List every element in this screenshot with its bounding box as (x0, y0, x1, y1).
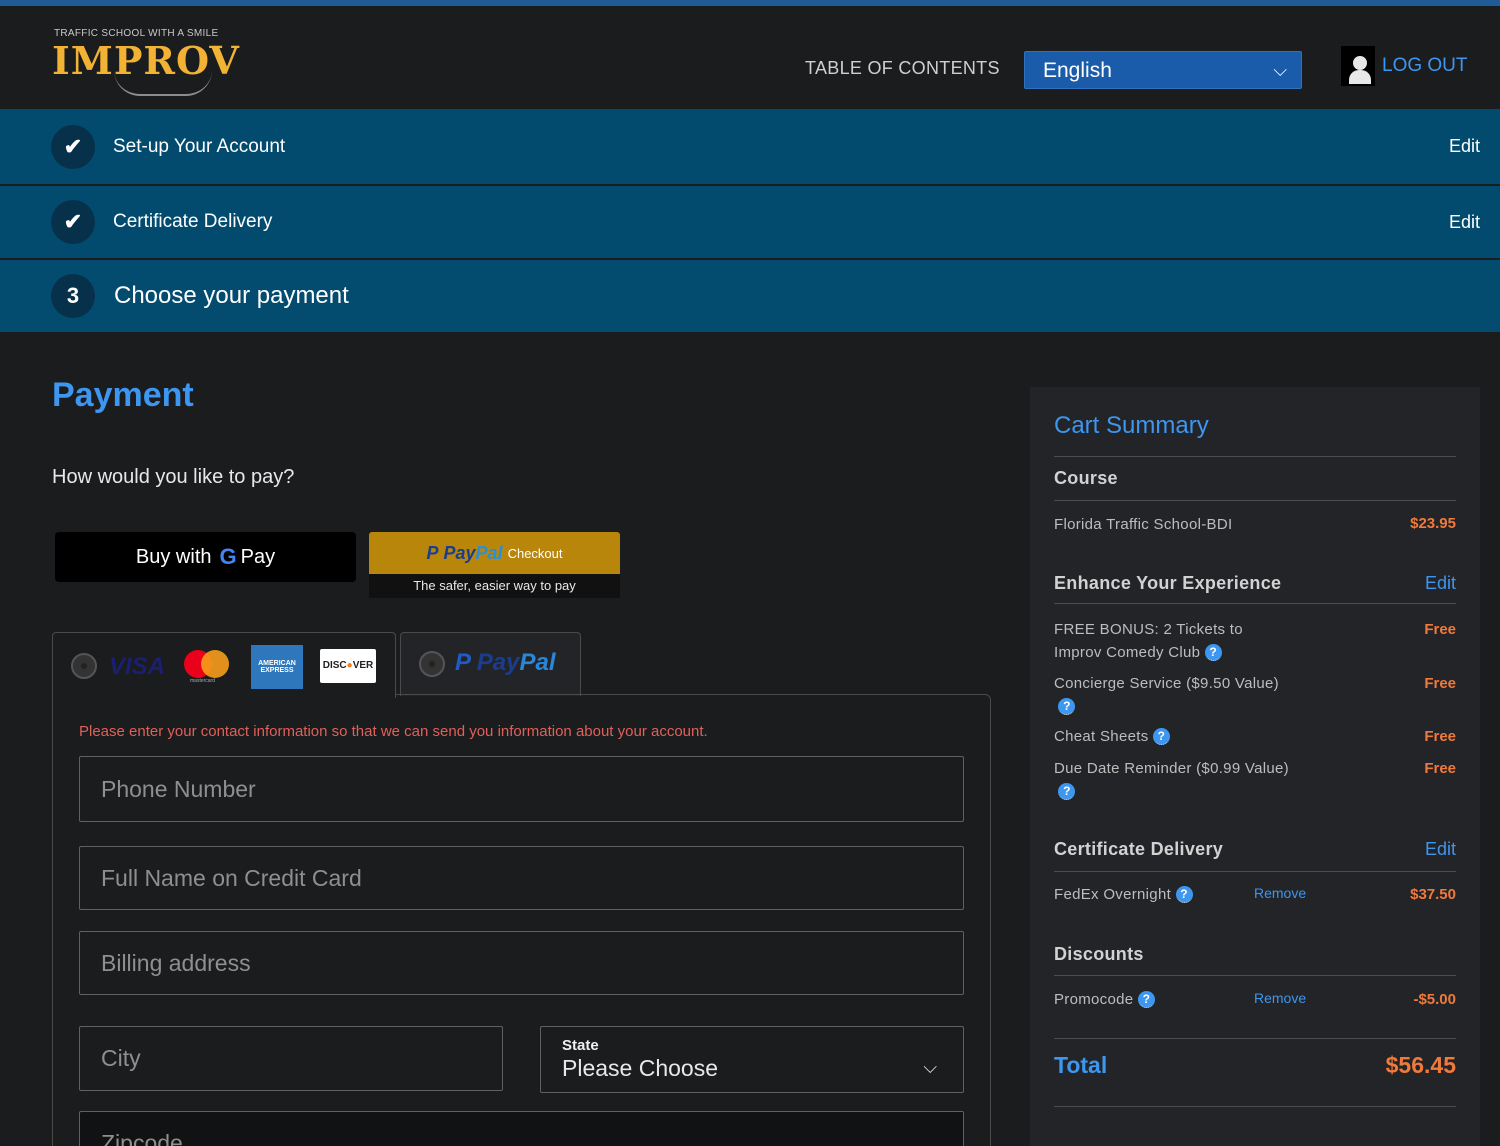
state-value: Please Choose (562, 1055, 718, 1081)
paypal-pal: Pal (475, 542, 503, 563)
total-value: $56.45 (1385, 1052, 1456, 1078)
edit-delivery-link[interactable]: Edit (1449, 212, 1480, 233)
discount-price: -$5.00 (1413, 991, 1456, 1008)
mastercard-label: mastercard (190, 678, 216, 684)
payment-question: How would you like to pay? (52, 466, 295, 488)
check-icon: ✔ (51, 200, 95, 244)
enhancement-price: Free (1424, 621, 1456, 638)
logo-smile-icon (114, 70, 212, 96)
divider (1054, 603, 1456, 604)
paypal-checkout-button[interactable]: P Pay Pal Checkout (369, 532, 620, 574)
cart-summary: Cart Summary Course Florida Traffic Scho… (1030, 387, 1480, 1146)
help-icon[interactable]: ? (1204, 644, 1222, 661)
divider (1054, 1038, 1456, 1039)
total-label: Total (1054, 1052, 1108, 1078)
tab-paypal[interactable]: P PayPal (400, 632, 581, 696)
discover-icon: DISC●VER (320, 649, 376, 683)
divider (1054, 500, 1456, 501)
step-certificate-delivery: ✔ Certificate Delivery Edit (0, 186, 1500, 258)
payment-title: Payment (52, 376, 194, 414)
paypal-radio[interactable] (419, 651, 445, 677)
chevron-down-icon: ⌵ (923, 1057, 937, 1077)
logout-button[interactable]: LOG OUT (1341, 46, 1468, 86)
google-g-icon: G (219, 544, 237, 569)
table-of-contents-link[interactable]: TABLE OF CONTENTS (805, 58, 1000, 79)
chevron-down-icon: ⌵ (1273, 60, 1287, 80)
card-radio[interactable] (71, 653, 97, 679)
gpay-pre: Buy with (135, 545, 212, 568)
step-title: Set-up Your Account (113, 135, 286, 157)
state-select[interactable]: State Please Choose ⌵ (540, 1026, 964, 1093)
visa-icon: VISA (109, 653, 166, 680)
card-name-input[interactable]: Full Name on Credit Card (79, 846, 964, 910)
tab-credit-card[interactable]: VISA mastercard AMERICAN EXPRESS DISC●VE… (52, 632, 396, 698)
cert-price: $37.50 (1410, 886, 1456, 903)
paypal-p-icon: P (426, 542, 444, 563)
help-icon[interactable]: ? (1175, 886, 1193, 903)
help-icon[interactable]: ? (1058, 698, 1076, 715)
paypal-logo-icon: P PayPal (455, 649, 556, 676)
divider (1054, 975, 1456, 976)
divider (1054, 1106, 1456, 1107)
remove-discount-link[interactable]: Remove (1254, 990, 1306, 1006)
cert-header: Certificate Delivery (1054, 839, 1224, 859)
step-setup-account: ✔ Set-up Your Account Edit (0, 109, 1500, 184)
enhance-header: Enhance Your Experience (1054, 573, 1282, 593)
divider (1054, 456, 1456, 457)
paypal-tagline: The safer, easier way to pay (369, 574, 620, 598)
edit-enhance-link[interactable]: Edit (1425, 573, 1456, 594)
edit-cert-link[interactable]: Edit (1425, 839, 1456, 860)
city-input[interactable]: City (79, 1026, 503, 1091)
paypal-pay: Pay (443, 542, 476, 563)
step-title: Certificate Delivery (113, 211, 273, 232)
improv-logo[interactable]: TRAFFIC SCHOOL WITH A SMILE IMPROV (52, 28, 262, 104)
amex-icon: AMERICAN EXPRESS (251, 645, 303, 689)
contact-notice: Please enter your contact information so… (79, 723, 708, 740)
mastercard-icon: mastercard (184, 647, 234, 685)
discount-item: Promocode ? (1054, 988, 1155, 1011)
check-icon: ✔ (51, 124, 95, 169)
edit-account-link[interactable]: Edit (1449, 136, 1480, 157)
zipcode-input[interactable]: Zipcode (79, 1111, 964, 1146)
divider (1054, 871, 1456, 872)
cart-title: Cart Summary (1054, 412, 1209, 439)
state-label: State (562, 1037, 599, 1054)
enhancement-item: Concierge Service ($9.50 Value) ? (1054, 675, 1279, 715)
step-choose-payment: 3 Choose your payment (0, 260, 1500, 332)
paypal-checkout-label: Checkout (507, 545, 563, 561)
language-select-value: English (1043, 59, 1112, 82)
site-header: TRAFFIC SCHOOL WITH A SMILE IMPROV TABLE… (0, 6, 1500, 109)
enhancement-price: Free (1424, 675, 1456, 692)
enhancement-item: Cheat Sheets ? (1054, 725, 1170, 748)
course-header: Course (1054, 468, 1118, 488)
user-icon (1341, 46, 1375, 86)
enhancement-price: Free (1424, 760, 1456, 777)
enhancement-item: Due Date Reminder ($0.99 Value) ? (1054, 760, 1289, 800)
logout-label: LOG OUT (1382, 55, 1468, 76)
step-title: Choose your payment (114, 282, 349, 309)
enhancement-price: Free (1424, 728, 1456, 745)
language-select[interactable]: English ⌵ (1024, 51, 1302, 89)
help-icon[interactable]: ? (1058, 783, 1076, 800)
cert-item: FedEx Overnight ? (1054, 883, 1193, 906)
google-pay-button[interactable]: Buy with G Pay (55, 532, 356, 582)
enhancement-item: FREE BONUS: 2 Tickets to Improv Comedy C… (1054, 621, 1243, 661)
gpay-post: Pay (240, 545, 276, 568)
step-number: 3 (51, 274, 95, 318)
course-name: Florida Traffic School-BDI (1054, 516, 1233, 533)
remove-cert-link[interactable]: Remove (1254, 885, 1306, 901)
phone-number-input[interactable]: Phone Number (79, 756, 964, 822)
help-icon[interactable]: ? (1137, 991, 1155, 1008)
billing-address-input[interactable]: Billing address (79, 931, 964, 995)
help-icon[interactable]: ? (1152, 728, 1170, 745)
course-price: $23.95 (1410, 515, 1456, 532)
discounts-header: Discounts (1054, 944, 1144, 964)
